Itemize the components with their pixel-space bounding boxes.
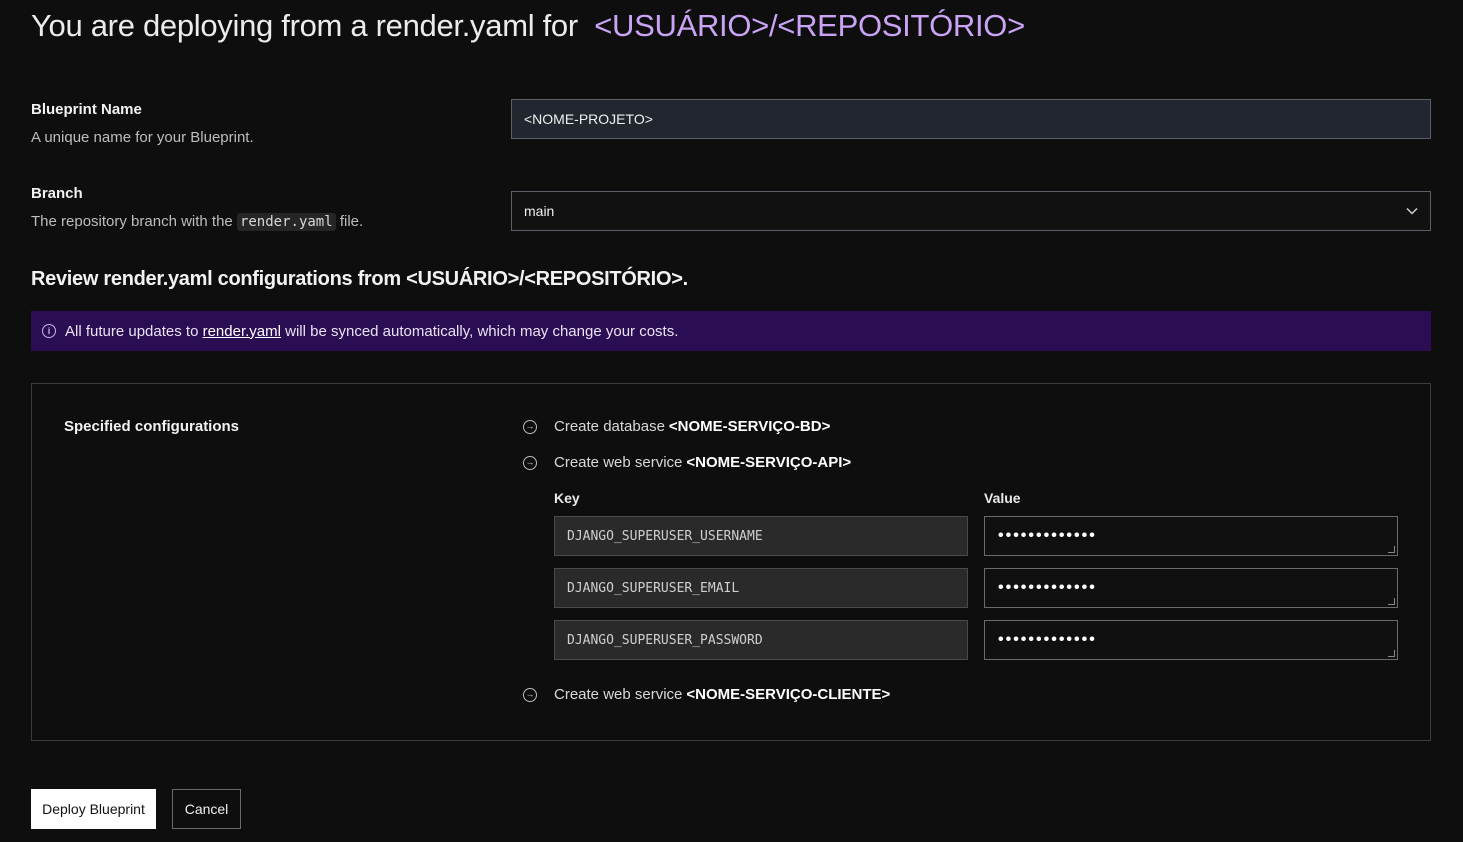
banner-text-after: will be synced automatically, which may …: [285, 322, 679, 340]
sync-info-banner: i All future updates to render.yaml will…: [31, 311, 1431, 351]
env-value-field[interactable]: •••••••••••••: [984, 568, 1398, 608]
cancel-button[interactable]: Cancel: [172, 789, 241, 829]
action-create-web-service-api: → Create web service <NOME-SERVIÇO-API>: [523, 454, 851, 471]
blueprint-name-label: Blueprint Name: [31, 101, 142, 118]
render-yaml-code: render.yaml: [236, 213, 336, 231]
env-value-field[interactable]: •••••••••••••: [984, 620, 1398, 660]
specified-configurations-panel: Specified configurations → Create databa…: [31, 383, 1431, 741]
env-key-field[interactable]: DJANGO_SUPERUSER_USERNAME: [554, 516, 968, 556]
env-key-field[interactable]: DJANGO_SUPERUSER_PASSWORD: [554, 620, 968, 660]
env-value-field[interactable]: •••••••••••••: [984, 516, 1398, 556]
branch-select-value: main: [524, 203, 555, 219]
deploy-blueprint-button[interactable]: Deploy Blueprint: [31, 789, 156, 829]
action-prefix: Create web service: [554, 454, 683, 471]
specified-configurations-title: Specified configurations: [64, 418, 240, 435]
branch-description-text: The repository branch with the: [31, 213, 233, 230]
chevron-down-icon: [1406, 207, 1418, 215]
action-service-name: <NOME-SERVIÇO-BD>: [668, 418, 831, 435]
arrow-right-circle-icon: →: [523, 687, 537, 702]
review-title: Review render.yaml configurations from <…: [31, 268, 688, 290]
action-service-name: <NOME-SERVIÇO-CLIENTE>: [686, 686, 891, 703]
page-title: You are deploying from a render.yaml for…: [31, 8, 1025, 44]
deploy-blueprint-page: You are deploying from a render.yaml for…: [0, 0, 1463, 842]
arrow-right-circle-icon: →: [523, 419, 537, 434]
env-key-field[interactable]: DJANGO_SUPERUSER_EMAIL: [554, 568, 968, 608]
branch-select[interactable]: main: [511, 191, 1431, 231]
action-prefix: Create web service: [554, 686, 683, 703]
branch-label: Branch: [31, 185, 83, 202]
info-circle-icon: i: [42, 324, 56, 338]
env-key-header: Key: [554, 490, 580, 506]
branch-description: The repository branch with the render.ya…: [31, 213, 364, 231]
render-yaml-link[interactable]: render.yaml: [203, 323, 281, 340]
arrow-right-circle-icon: →: [523, 455, 537, 470]
env-value-header: Value: [984, 490, 1021, 506]
action-create-database: → Create database <NOME-SERVIÇO-BD>: [523, 418, 830, 435]
banner-text-before: All future updates to: [65, 322, 199, 340]
branch-description-suffix: file.: [339, 213, 364, 230]
page-title-repo: <USUÁRIO>/<REPOSITÓRIO>: [594, 8, 1025, 43]
action-service-name: <NOME-SERVIÇO-API>: [686, 454, 852, 471]
page-title-prefix: You are deploying from a render.yaml for: [31, 8, 578, 43]
action-create-web-service-client: → Create web service <NOME-SERVIÇO-CLIEN…: [523, 686, 890, 703]
blueprint-name-input[interactable]: [511, 99, 1431, 139]
blueprint-name-description: A unique name for your Blueprint.: [31, 129, 254, 146]
action-prefix: Create database: [554, 418, 665, 435]
